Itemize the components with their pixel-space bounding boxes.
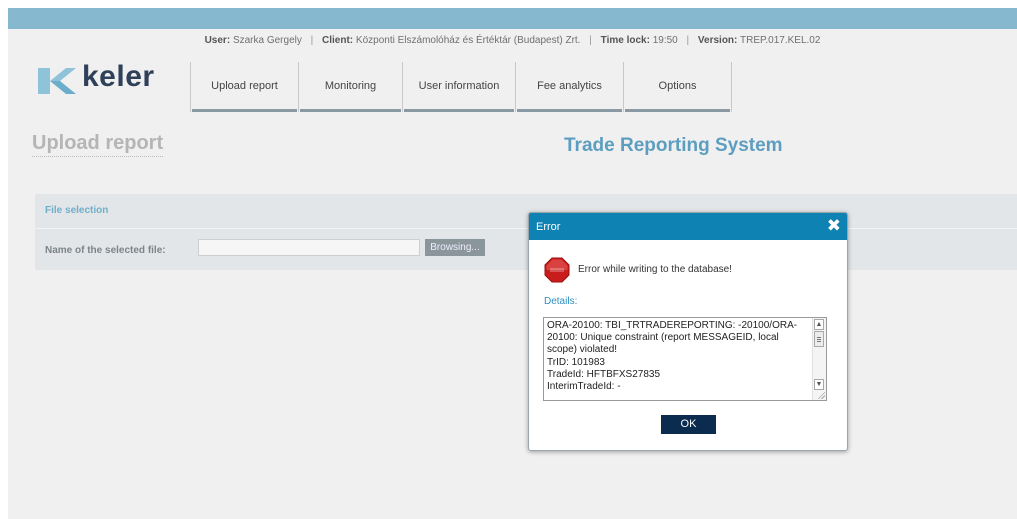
nav-underline bbox=[404, 109, 514, 112]
top-blue-bar bbox=[8, 8, 1017, 29]
details-label: Details: bbox=[544, 296, 578, 307]
dialog-titlebar[interactable]: Error ✖ bbox=[529, 213, 847, 240]
nav-underline bbox=[517, 109, 622, 112]
stop-sign-icon bbox=[544, 257, 570, 283]
version-label: Version: bbox=[697, 35, 738, 46]
timelock-value: 19:50 bbox=[652, 35, 678, 46]
details-text: ORA-20100: TBI_TRTRADEREPORTING: -20100/… bbox=[547, 320, 809, 393]
panel-divider bbox=[35, 228, 1017, 229]
close-icon[interactable]: ✖ bbox=[827, 217, 841, 235]
version-value: TREP.017.KEL.02 bbox=[739, 35, 821, 46]
error-dialog: Error ✖ Error while writing to the datab… bbox=[528, 212, 848, 451]
user-label: User: bbox=[204, 35, 231, 46]
nav-label: Monitoring bbox=[324, 80, 377, 92]
details-textarea[interactable]: ORA-20100: TBI_TRTRADEREPORTING: -20100/… bbox=[543, 317, 827, 401]
system-title: Trade Reporting System bbox=[564, 135, 783, 156]
file-selection-header: File selection bbox=[45, 205, 109, 216]
nav-underline bbox=[625, 109, 730, 112]
window-top-strip bbox=[0, 0, 1017, 8]
selected-file-label: Name of the selected file: bbox=[45, 245, 166, 256]
error-message: Error while writing to the database! bbox=[578, 264, 732, 275]
nav-monitoring[interactable]: Monitoring bbox=[299, 62, 403, 112]
user-value: Szarka Gergely bbox=[232, 35, 302, 46]
timelock-label: Time lock: bbox=[600, 35, 650, 46]
client-value: Központi Elszámolóház és Értéktár (Budap… bbox=[355, 35, 581, 46]
nav-options[interactable]: Options bbox=[624, 62, 732, 112]
main-nav: Upload report Monitoring User informatio… bbox=[190, 62, 1017, 112]
file-selection-panel: File selection Name of the selected file… bbox=[35, 194, 1017, 270]
ok-button[interactable]: OK bbox=[661, 415, 716, 434]
logo-text: keler bbox=[82, 60, 155, 93]
app-container: User: Szarka Gergely | Client: Központi … bbox=[8, 29, 1017, 519]
details-scrollbar[interactable]: ▲ ▼ bbox=[812, 318, 826, 400]
nav-label: Fee analytics bbox=[537, 80, 602, 92]
scroll-down-icon[interactable]: ▼ bbox=[814, 379, 824, 390]
nav-label: Options bbox=[658, 80, 697, 92]
keler-logo-icon bbox=[38, 68, 76, 94]
dialog-title: Error bbox=[536, 221, 561, 233]
details-line: TrID: 101983 bbox=[547, 356, 605, 368]
session-info-bar: User: Szarka Gergely | Client: Központi … bbox=[8, 35, 1017, 46]
browse-button[interactable]: Browsing... bbox=[425, 239, 485, 256]
scroll-up-icon[interactable]: ▲ bbox=[814, 319, 824, 330]
nav-fee-analytics[interactable]: Fee analytics bbox=[516, 62, 624, 112]
nav-user-information[interactable]: User information bbox=[403, 62, 516, 112]
info-separator: | bbox=[310, 35, 314, 46]
details-line: InterimTradeId: - bbox=[547, 381, 621, 393]
nav-upload-report[interactable]: Upload report bbox=[191, 62, 299, 112]
details-line: TradeId: HFTBFXS27835 bbox=[547, 368, 661, 380]
resize-grip-icon[interactable] bbox=[817, 391, 825, 399]
page-title: Upload report bbox=[32, 132, 164, 157]
info-separator: | bbox=[686, 35, 690, 46]
nav-label: User information bbox=[418, 80, 500, 92]
client-label: Client: bbox=[322, 35, 354, 46]
scroll-thumb[interactable] bbox=[814, 331, 824, 347]
details-line: ORA-20100: TBI_TRTRADEREPORTING: -20100/… bbox=[547, 320, 798, 356]
info-separator: | bbox=[589, 35, 592, 46]
nav-underline bbox=[300, 109, 401, 112]
selected-file-input[interactable] bbox=[198, 239, 420, 256]
keler-logo[interactable]: keler bbox=[36, 60, 176, 96]
nav-underline bbox=[192, 109, 297, 112]
nav-label: Upload report bbox=[211, 80, 278, 92]
